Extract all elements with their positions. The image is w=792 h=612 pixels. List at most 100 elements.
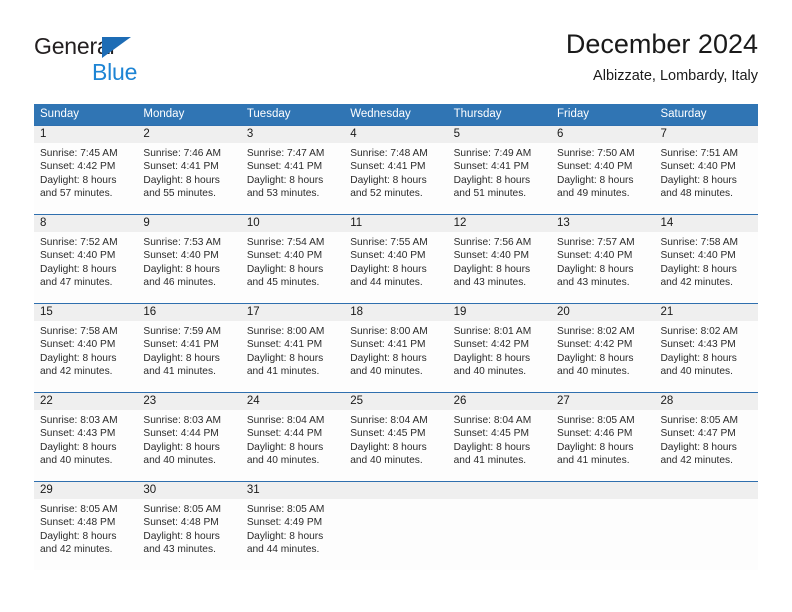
day-cell[interactable]: Sunrise: 8:05 AM Sunset: 4:49 PM Dayligh… (241, 499, 344, 570)
day-number[interactable]: 2 (137, 126, 240, 143)
day-cell[interactable]: Sunrise: 8:04 AM Sunset: 4:45 PM Dayligh… (344, 410, 447, 481)
daylight-text-line1: Daylight: 8 hours (557, 441, 634, 453)
sunset-text: Sunset: 4:41 PM (350, 161, 426, 173)
day-cell[interactable]: Sunrise: 8:05 AM Sunset: 4:46 PM Dayligh… (551, 410, 654, 481)
sunrise-text: Sunrise: 8:04 AM (246, 415, 325, 426)
day-cell[interactable]: Sunrise: 8:00 AM Sunset: 4:41 PM Dayligh… (241, 321, 344, 392)
day-cell[interactable]: Sunrise: 7:52 AM Sunset: 4:40 PM Dayligh… (34, 232, 137, 303)
day-number[interactable]: 8 (34, 215, 137, 232)
day-cell[interactable]: Sunrise: 8:04 AM Sunset: 4:45 PM Dayligh… (448, 410, 551, 481)
day-cell[interactable]: Sunrise: 7:58 AM Sunset: 4:40 PM Dayligh… (34, 321, 137, 392)
day-number[interactable]: 17 (241, 304, 344, 321)
daylight-text-line2: and 40 minutes. (453, 366, 527, 378)
day-number[interactable]: 1 (34, 126, 137, 143)
day-cell[interactable]: Sunrise: 8:03 AM Sunset: 4:44 PM Dayligh… (137, 410, 240, 481)
day-number[interactable]: 28 (654, 393, 757, 410)
daylight-text-line2: and 42 minutes. (40, 544, 113, 556)
day-cell[interactable]: Sunrise: 7:46 AM Sunset: 4:41 PM Dayligh… (137, 143, 240, 214)
day-number[interactable]: 22 (34, 393, 137, 410)
day-number[interactable]: 6 (551, 126, 654, 143)
general-blue-logo[interactable]: General Blue (34, 33, 264, 85)
day-cell[interactable]: Sunrise: 8:02 AM Sunset: 4:42 PM Dayligh… (551, 321, 654, 392)
day-cell[interactable]: Sunrise: 8:02 AM Sunset: 4:43 PM Dayligh… (654, 321, 757, 392)
day-cell[interactable]: Sunrise: 7:54 AM Sunset: 4:40 PM Dayligh… (241, 232, 344, 303)
daylight-text-line2: and 42 minutes. (40, 366, 113, 378)
day-cell[interactable]: Sunrise: 8:05 AM Sunset: 4:47 PM Dayligh… (654, 410, 757, 481)
daylight-text-line1: Daylight: 8 hours (350, 441, 427, 453)
daylight-text-line2: and 42 minutes. (660, 277, 733, 289)
day-cell[interactable]: Sunrise: 8:05 AM Sunset: 4:48 PM Dayligh… (137, 499, 240, 570)
day-cell[interactable]: Sunrise: 7:56 AM Sunset: 4:40 PM Dayligh… (448, 232, 551, 303)
day-number[interactable]: 18 (344, 304, 447, 321)
day-cell[interactable]: Sunrise: 7:55 AM Sunset: 4:40 PM Dayligh… (344, 232, 447, 303)
daylight-text-line1: Daylight: 8 hours (246, 530, 324, 542)
sunrise-text: Sunrise: 8:05 AM (557, 415, 635, 426)
daylight-text-line2: and 42 minutes. (660, 455, 733, 467)
day-cell[interactable]: Sunrise: 8:03 AM Sunset: 4:43 PM Dayligh… (34, 410, 137, 481)
day-cell[interactable]: Sunrise: 7:57 AM Sunset: 4:40 PM Dayligh… (551, 232, 654, 303)
day-number[interactable]: 31 (241, 482, 344, 499)
day-number[interactable]: 20 (551, 304, 654, 321)
day-number[interactable]: 21 (654, 304, 757, 321)
day-number[interactable]: 4 (344, 126, 447, 143)
day-cell[interactable]: Sunrise: 7:53 AM Sunset: 4:40 PM Dayligh… (137, 232, 240, 303)
daylight-text-line2: and 57 minutes. (40, 188, 113, 200)
sunset-text: Sunset: 4:40 PM (40, 339, 116, 351)
day-number[interactable]: 19 (448, 304, 551, 321)
day-cell[interactable]: Sunrise: 7:50 AM Sunset: 4:40 PM Dayligh… (551, 143, 654, 214)
daylight-text-line1: Daylight: 8 hours (453, 174, 531, 186)
day-cell[interactable]: Sunrise: 7:58 AM Sunset: 4:40 PM Dayligh… (654, 232, 757, 303)
day-number[interactable]: 27 (551, 393, 654, 410)
sunrise-text: Sunrise: 7:54 AM (246, 237, 325, 248)
day-number[interactable]: 26 (448, 393, 551, 410)
day-number[interactable]: 16 (137, 304, 240, 321)
day-number[interactable]: 10 (241, 215, 344, 232)
location-subtitle: Albizzate, Lombardy, Italy (593, 68, 758, 84)
daylight-text-line1: Daylight: 8 hours (246, 352, 324, 364)
day-cell[interactable]: Sunrise: 8:00 AM Sunset: 4:41 PM Dayligh… (344, 321, 447, 392)
title-block: December 2024 Albizzate, Lombardy, Italy (566, 28, 758, 86)
day-number[interactable]: 14 (654, 215, 757, 232)
day-number[interactable]: 24 (241, 393, 344, 410)
day-number[interactable]: 3 (241, 126, 344, 143)
daylight-text-line1: Daylight: 8 hours (350, 352, 427, 364)
day-cell[interactable]: Sunrise: 7:49 AM Sunset: 4:41 PM Dayligh… (448, 143, 551, 214)
sunset-text: Sunset: 4:43 PM (660, 339, 736, 351)
day-cell[interactable]: Sunrise: 8:04 AM Sunset: 4:44 PM Dayligh… (241, 410, 344, 481)
day-number[interactable]: 9 (137, 215, 240, 232)
day-cell[interactable]: Sunrise: 7:47 AM Sunset: 4:41 PM Dayligh… (241, 143, 344, 214)
calendar-week-row: 29 30 31 Sunrise: 8:05 AM Sunset: 4:48 P… (34, 481, 758, 570)
sunrise-text: Sunrise: 7:45 AM (40, 148, 118, 159)
day-cell[interactable]: Sunrise: 7:48 AM Sunset: 4:41 PM Dayligh… (344, 143, 447, 214)
day-number[interactable]: 7 (654, 126, 757, 143)
day-number[interactable]: 15 (34, 304, 137, 321)
daylight-text-line1: Daylight: 8 hours (557, 352, 634, 364)
week-day-number-band: 15 16 17 18 19 20 21 (34, 304, 758, 321)
sunrise-text: Sunrise: 7:48 AM (350, 148, 428, 159)
sunrise-text: Sunrise: 7:58 AM (660, 237, 739, 248)
sunrise-text: Sunrise: 8:01 AM (453, 326, 532, 337)
day-number[interactable]: 23 (137, 393, 240, 410)
day-cell[interactable]: Sunrise: 8:05 AM Sunset: 4:48 PM Dayligh… (34, 499, 137, 570)
day-cell[interactable]: Sunrise: 7:45 AM Sunset: 4:42 PM Dayligh… (34, 143, 137, 214)
sunset-text: Sunset: 4:49 PM (246, 517, 323, 529)
day-number[interactable]: 30 (137, 482, 240, 499)
day-number[interactable]: 5 (448, 126, 551, 143)
day-number[interactable]: 13 (551, 215, 654, 232)
sunrise-text: Sunrise: 7:50 AM (557, 148, 635, 159)
daylight-text-line2: and 41 minutes. (246, 366, 320, 378)
day-number[interactable]: 12 (448, 215, 551, 232)
day-cell[interactable]: Sunrise: 7:51 AM Sunset: 4:40 PM Dayligh… (654, 143, 757, 214)
calendar-week-row: 1 2 3 4 5 6 7 Sunrise: 7:45 AM Sunset: 4… (34, 125, 758, 214)
sunrise-text: Sunrise: 7:58 AM (40, 326, 118, 337)
day-cell[interactable]: Sunrise: 8:01 AM Sunset: 4:42 PM Dayligh… (448, 321, 551, 392)
sunrise-text: Sunrise: 8:04 AM (453, 415, 532, 426)
daylight-text-line2: and 40 minutes. (40, 455, 113, 467)
day-number[interactable]: 25 (344, 393, 447, 410)
day-number[interactable]: 11 (344, 215, 447, 232)
sunrise-text: Sunrise: 8:00 AM (350, 326, 428, 337)
day-number[interactable]: 29 (34, 482, 137, 499)
daylight-text-line1: Daylight: 8 hours (246, 263, 324, 275)
day-cell[interactable]: Sunrise: 7:59 AM Sunset: 4:41 PM Dayligh… (137, 321, 240, 392)
sunrise-text: Sunrise: 8:05 AM (40, 504, 118, 515)
